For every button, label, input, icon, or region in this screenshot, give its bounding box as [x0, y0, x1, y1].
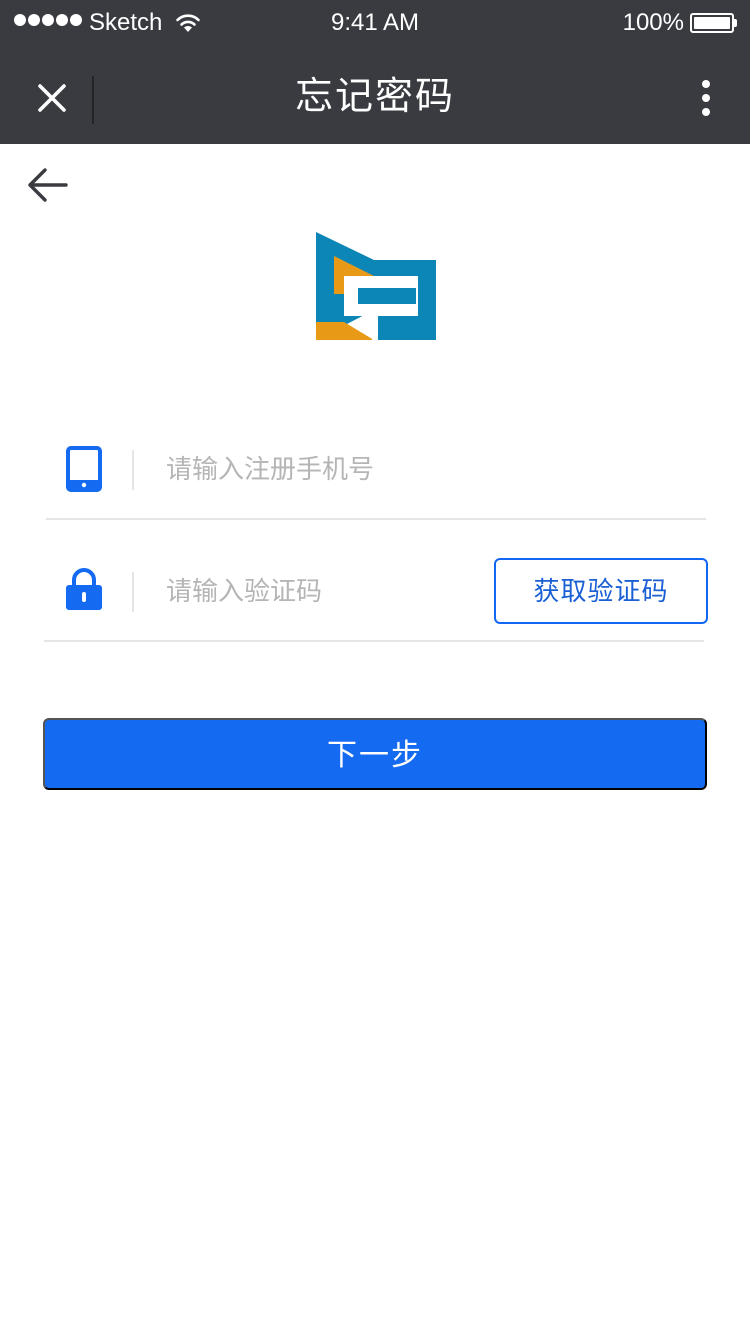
get-code-button[interactable]: 获取验证码 — [494, 558, 708, 624]
close-icon[interactable] — [30, 76, 74, 120]
phone-input[interactable] — [166, 450, 666, 490]
nav-divider — [92, 76, 94, 124]
lock-icon — [66, 568, 102, 610]
nav-bar: 忘记密码 — [0, 48, 750, 144]
more-vertical-icon[interactable] — [692, 78, 720, 118]
phone-row-underline — [46, 518, 706, 520]
status-bar: Sketch 9:41 AM 100% — [0, 0, 750, 48]
tablet-icon — [66, 446, 102, 492]
next-step-button[interactable]: 下一步 — [43, 718, 707, 790]
app-logo — [316, 232, 436, 340]
code-row-underline — [44, 640, 704, 642]
battery-icon — [690, 13, 738, 33]
battery-percent: 100% — [622, 9, 684, 36]
arrow-left-icon[interactable] — [26, 166, 70, 204]
verification-code-input[interactable] — [166, 572, 476, 612]
phone-field-divider — [132, 450, 134, 490]
code-field-divider — [132, 572, 134, 612]
page-title: 忘记密码 — [294, 74, 455, 118]
